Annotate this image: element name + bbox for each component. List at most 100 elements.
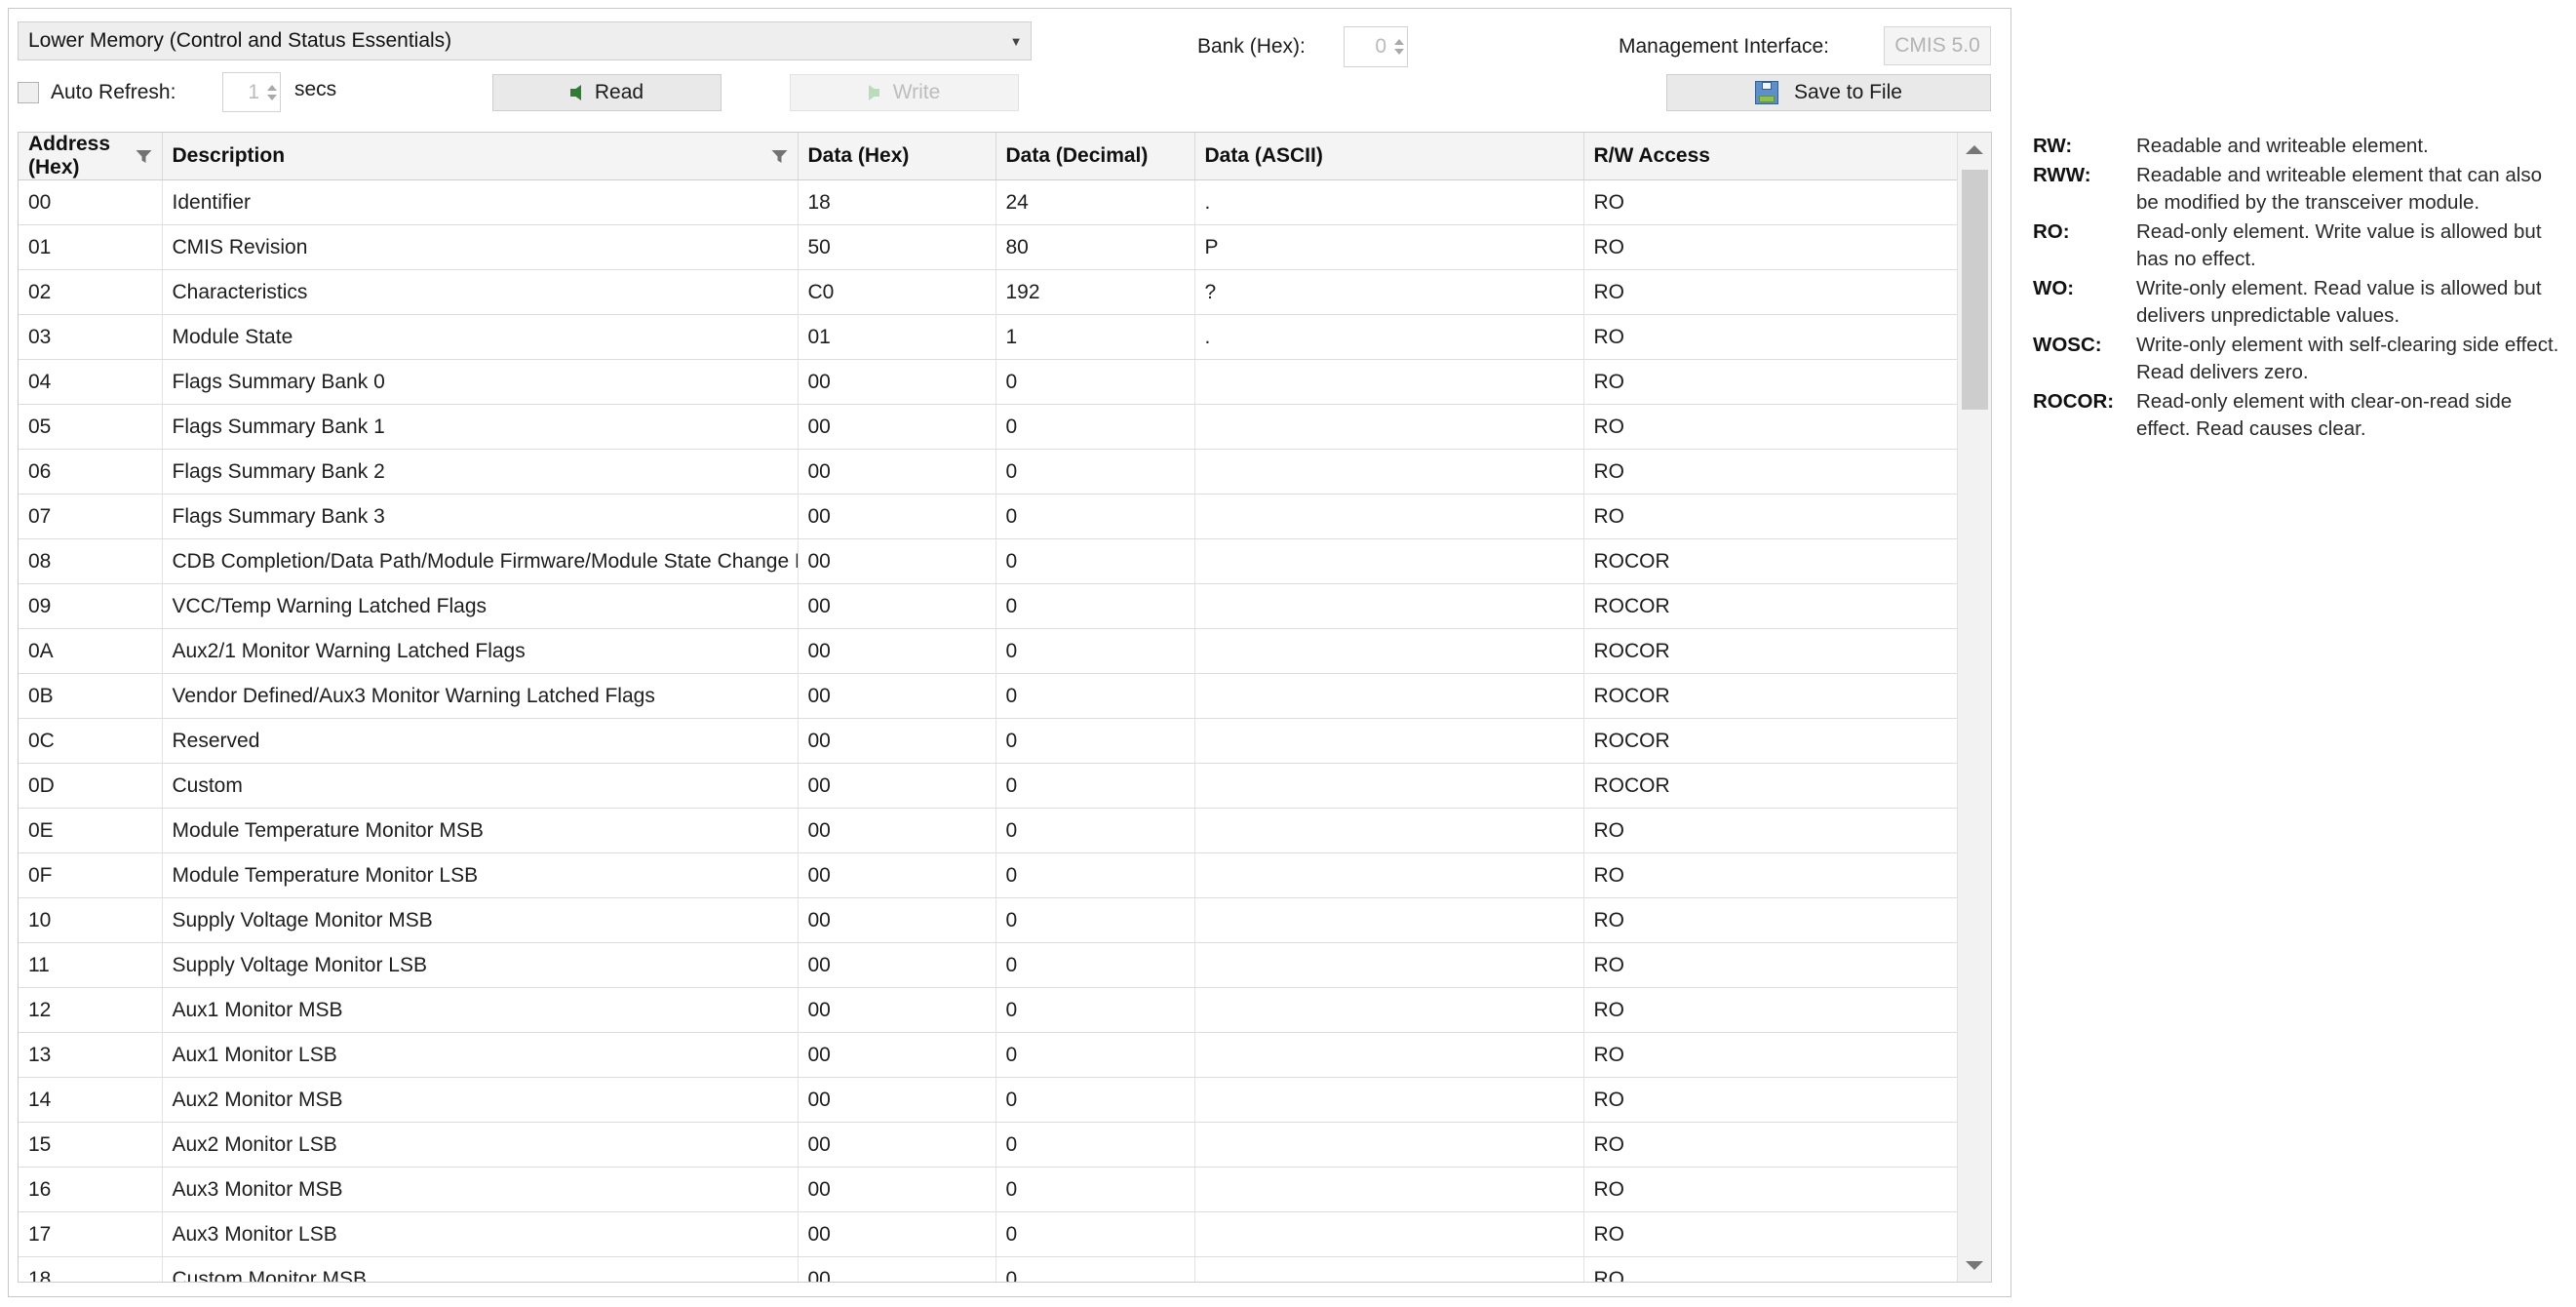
memory-page-select[interactable]: Lower Memory (Control and Status Essenti…	[18, 21, 1032, 60]
legend-key: ROCOR:	[2033, 389, 2115, 413]
row-data-decimal: 0	[995, 1077, 1195, 1123]
row-address: 13	[19, 1032, 163, 1078]
table-row[interactable]: 11 Supply Voltage Monitor LSB 00 0 RO	[19, 942, 1957, 988]
table-row[interactable]: 0E Module Temperature Monitor MSB 00 0 RO	[19, 808, 1957, 853]
row-address: 0B	[19, 673, 163, 719]
row-data-hex: 00	[798, 852, 996, 898]
table-row[interactable]: 0A Aux2/1 Monitor Warning Latched Flags 00…	[19, 628, 1957, 674]
row-address: 08	[19, 538, 163, 584]
scrollbar-thumb[interactable]	[1962, 170, 1988, 410]
write-button[interactable]: Write	[790, 74, 1019, 111]
column-header-data-ascii[interactable]: Data (ASCII)	[1194, 133, 1584, 180]
scroll-down-button[interactable]	[1958, 1248, 1991, 1282]
row-data-ascii	[1194, 1167, 1584, 1212]
stepper-up-icon[interactable]	[1393, 39, 1404, 45]
row-rw-access: RO	[1583, 897, 1957, 943]
table-row[interactable]: 14 Aux2 Monitor MSB 00 0 RO	[19, 1077, 1957, 1123]
row-data-ascii	[1194, 404, 1584, 450]
table-row[interactable]: 04 Flags Summary Bank 0 00 0 RO	[19, 359, 1957, 405]
row-data-hex: 00	[798, 718, 996, 764]
column-header-rw-access[interactable]: R/W Access	[1583, 133, 1957, 180]
table-row[interactable]: 16 Aux3 Monitor MSB 00 0 RO	[19, 1167, 1957, 1212]
table-row[interactable]: 13 Aux1 Monitor LSB 00 0 RO	[19, 1032, 1957, 1078]
row-data-ascii	[1194, 942, 1584, 988]
column-header-address[interactable]: Address (Hex)	[19, 133, 163, 180]
table-row[interactable]: 00 Identifier 18 24. RO	[19, 179, 1957, 225]
table-row[interactable]: 06 Flags Summary Bank 2 00 0 RO	[19, 449, 1957, 495]
row-data-ascii	[1194, 1211, 1584, 1257]
triangle-down-icon	[1966, 1260, 1983, 1270]
stepper-arrows[interactable]	[263, 73, 280, 111]
row-rw-access: RO	[1583, 1211, 1957, 1257]
row-data-decimal: 0	[995, 1256, 1195, 1282]
table-row[interactable]: 10 Supply Voltage Monitor MSB 00 0 RO	[19, 897, 1957, 943]
table-row[interactable]: 09 VCC/Temp Warning Latched Flags 00 0 ROCOR	[19, 583, 1957, 629]
row-description: Module Temperature Monitor LSB	[162, 852, 799, 898]
row-data-hex: 00	[798, 1256, 996, 1282]
auto-refresh-interval-stepper[interactable]: 1	[222, 72, 281, 112]
row-rw-access: ROCOR	[1583, 583, 1957, 629]
row-data-hex: 00	[798, 404, 996, 450]
row-rw-access: RO	[1583, 1122, 1957, 1168]
row-rw-access: RO	[1583, 1032, 1957, 1078]
table-header-row: Address (Hex) Description Data (Hex) Dat…	[19, 133, 1957, 180]
row-description: Custom Monitor MSB	[162, 1256, 799, 1282]
legend-row: RO: Read-only element. Write value is all…	[2033, 218, 2564, 274]
stepper-down-icon[interactable]	[266, 94, 277, 100]
row-data-decimal: 0	[995, 673, 1195, 719]
row-rw-access: RO	[1583, 404, 1957, 450]
legend-row: ROCOR: Read-only element with clear-on-re…	[2033, 388, 2564, 444]
bank-stepper[interactable]: 0	[1344, 26, 1408, 67]
auto-refresh-checkbox[interactable]	[18, 82, 39, 103]
stepper-up-icon[interactable]	[266, 84, 277, 91]
table-row[interactable]: 01 CMIS Revision 50 80 P RO	[19, 224, 1957, 270]
stepper-down-icon[interactable]	[1393, 49, 1404, 55]
row-rw-access: RO	[1583, 224, 1957, 270]
save-to-file-label: Save to File	[1794, 81, 1902, 103]
table-row[interactable]: 18 Custom Monitor MSB 00 0 RO	[19, 1256, 1957, 1282]
bank-stepper-arrows[interactable]	[1390, 27, 1407, 66]
table-vertical-scrollbar[interactable]	[1957, 133, 1991, 1282]
row-data-ascii: .	[1194, 314, 1584, 360]
row-data-decimal: 1	[995, 314, 1195, 360]
bank-value: 0	[1375, 35, 1386, 58]
row-data-hex: 00	[798, 1211, 996, 1257]
table-row[interactable]: 0C Reserved 00 0 ROCOR	[19, 718, 1957, 764]
row-data-hex: 00	[798, 628, 996, 674]
row-data-hex: 00	[798, 1167, 996, 1212]
table-row[interactable]: 0B Vendor Defined/Aux3 Monitor Warning La…	[19, 673, 1957, 719]
floppy-disk-icon	[1755, 81, 1779, 104]
row-data-ascii	[1194, 628, 1584, 674]
table-row[interactable]: 12 Aux1 Monitor MSB 00 0 RO	[19, 987, 1957, 1033]
legend-row: WO: Write-only element. Read value is all…	[2033, 275, 2564, 331]
row-address: 06	[19, 449, 163, 495]
legend-key: WO:	[2033, 276, 2075, 299]
row-description: Supply Voltage Monitor LSB	[162, 942, 799, 988]
row-data-decimal: 0	[995, 763, 1195, 809]
table-row[interactable]: 17 Aux3 Monitor LSB 00 0 RO	[19, 1211, 1957, 1257]
filter-icon[interactable]	[771, 149, 788, 164]
row-description: VCC/Temp Warning Latched Flags	[162, 583, 799, 629]
table-row[interactable]: 05 Flags Summary Bank 1 00 0 RO	[19, 404, 1957, 450]
column-header-data-hex[interactable]: Data (Hex)	[798, 133, 996, 180]
table-row[interactable]: 15 Aux2 Monitor LSB 00 0 RO	[19, 1122, 1957, 1168]
arrow-left-icon	[569, 85, 581, 100]
table-row[interactable]: 0F Module Temperature Monitor LSB 00 0 RO	[19, 852, 1957, 898]
auto-refresh-group: Auto Refresh:	[18, 76, 176, 109]
table-row[interactable]: 02 Characteristics C0 192? RO	[19, 269, 1957, 315]
column-header-description[interactable]: Description	[162, 133, 799, 180]
column-header-data-decimal[interactable]: Data (Decimal)	[995, 133, 1195, 180]
filter-icon[interactable]	[136, 149, 152, 164]
table-row[interactable]: 0D Custom 00 0 ROCOR	[19, 763, 1957, 809]
legend-description: Readable and writeable element that can …	[2136, 163, 2542, 215]
row-data-decimal: 0	[995, 494, 1195, 539]
row-address: 0E	[19, 808, 163, 853]
table-row[interactable]: 08 CDB Completion/Data Path/Module Firmwa…	[19, 538, 1957, 584]
save-to-file-button[interactable]: Save to File	[1666, 74, 1991, 111]
scroll-up-button[interactable]	[1958, 133, 1991, 166]
row-description: Supply Voltage Monitor MSB	[162, 897, 799, 943]
table-row[interactable]: 03 Module State 01 1. RO	[19, 314, 1957, 360]
read-button[interactable]: Read	[492, 74, 722, 111]
table-row[interactable]: 07 Flags Summary Bank 3 00 0 RO	[19, 494, 1957, 539]
row-description: Reserved	[162, 718, 799, 764]
